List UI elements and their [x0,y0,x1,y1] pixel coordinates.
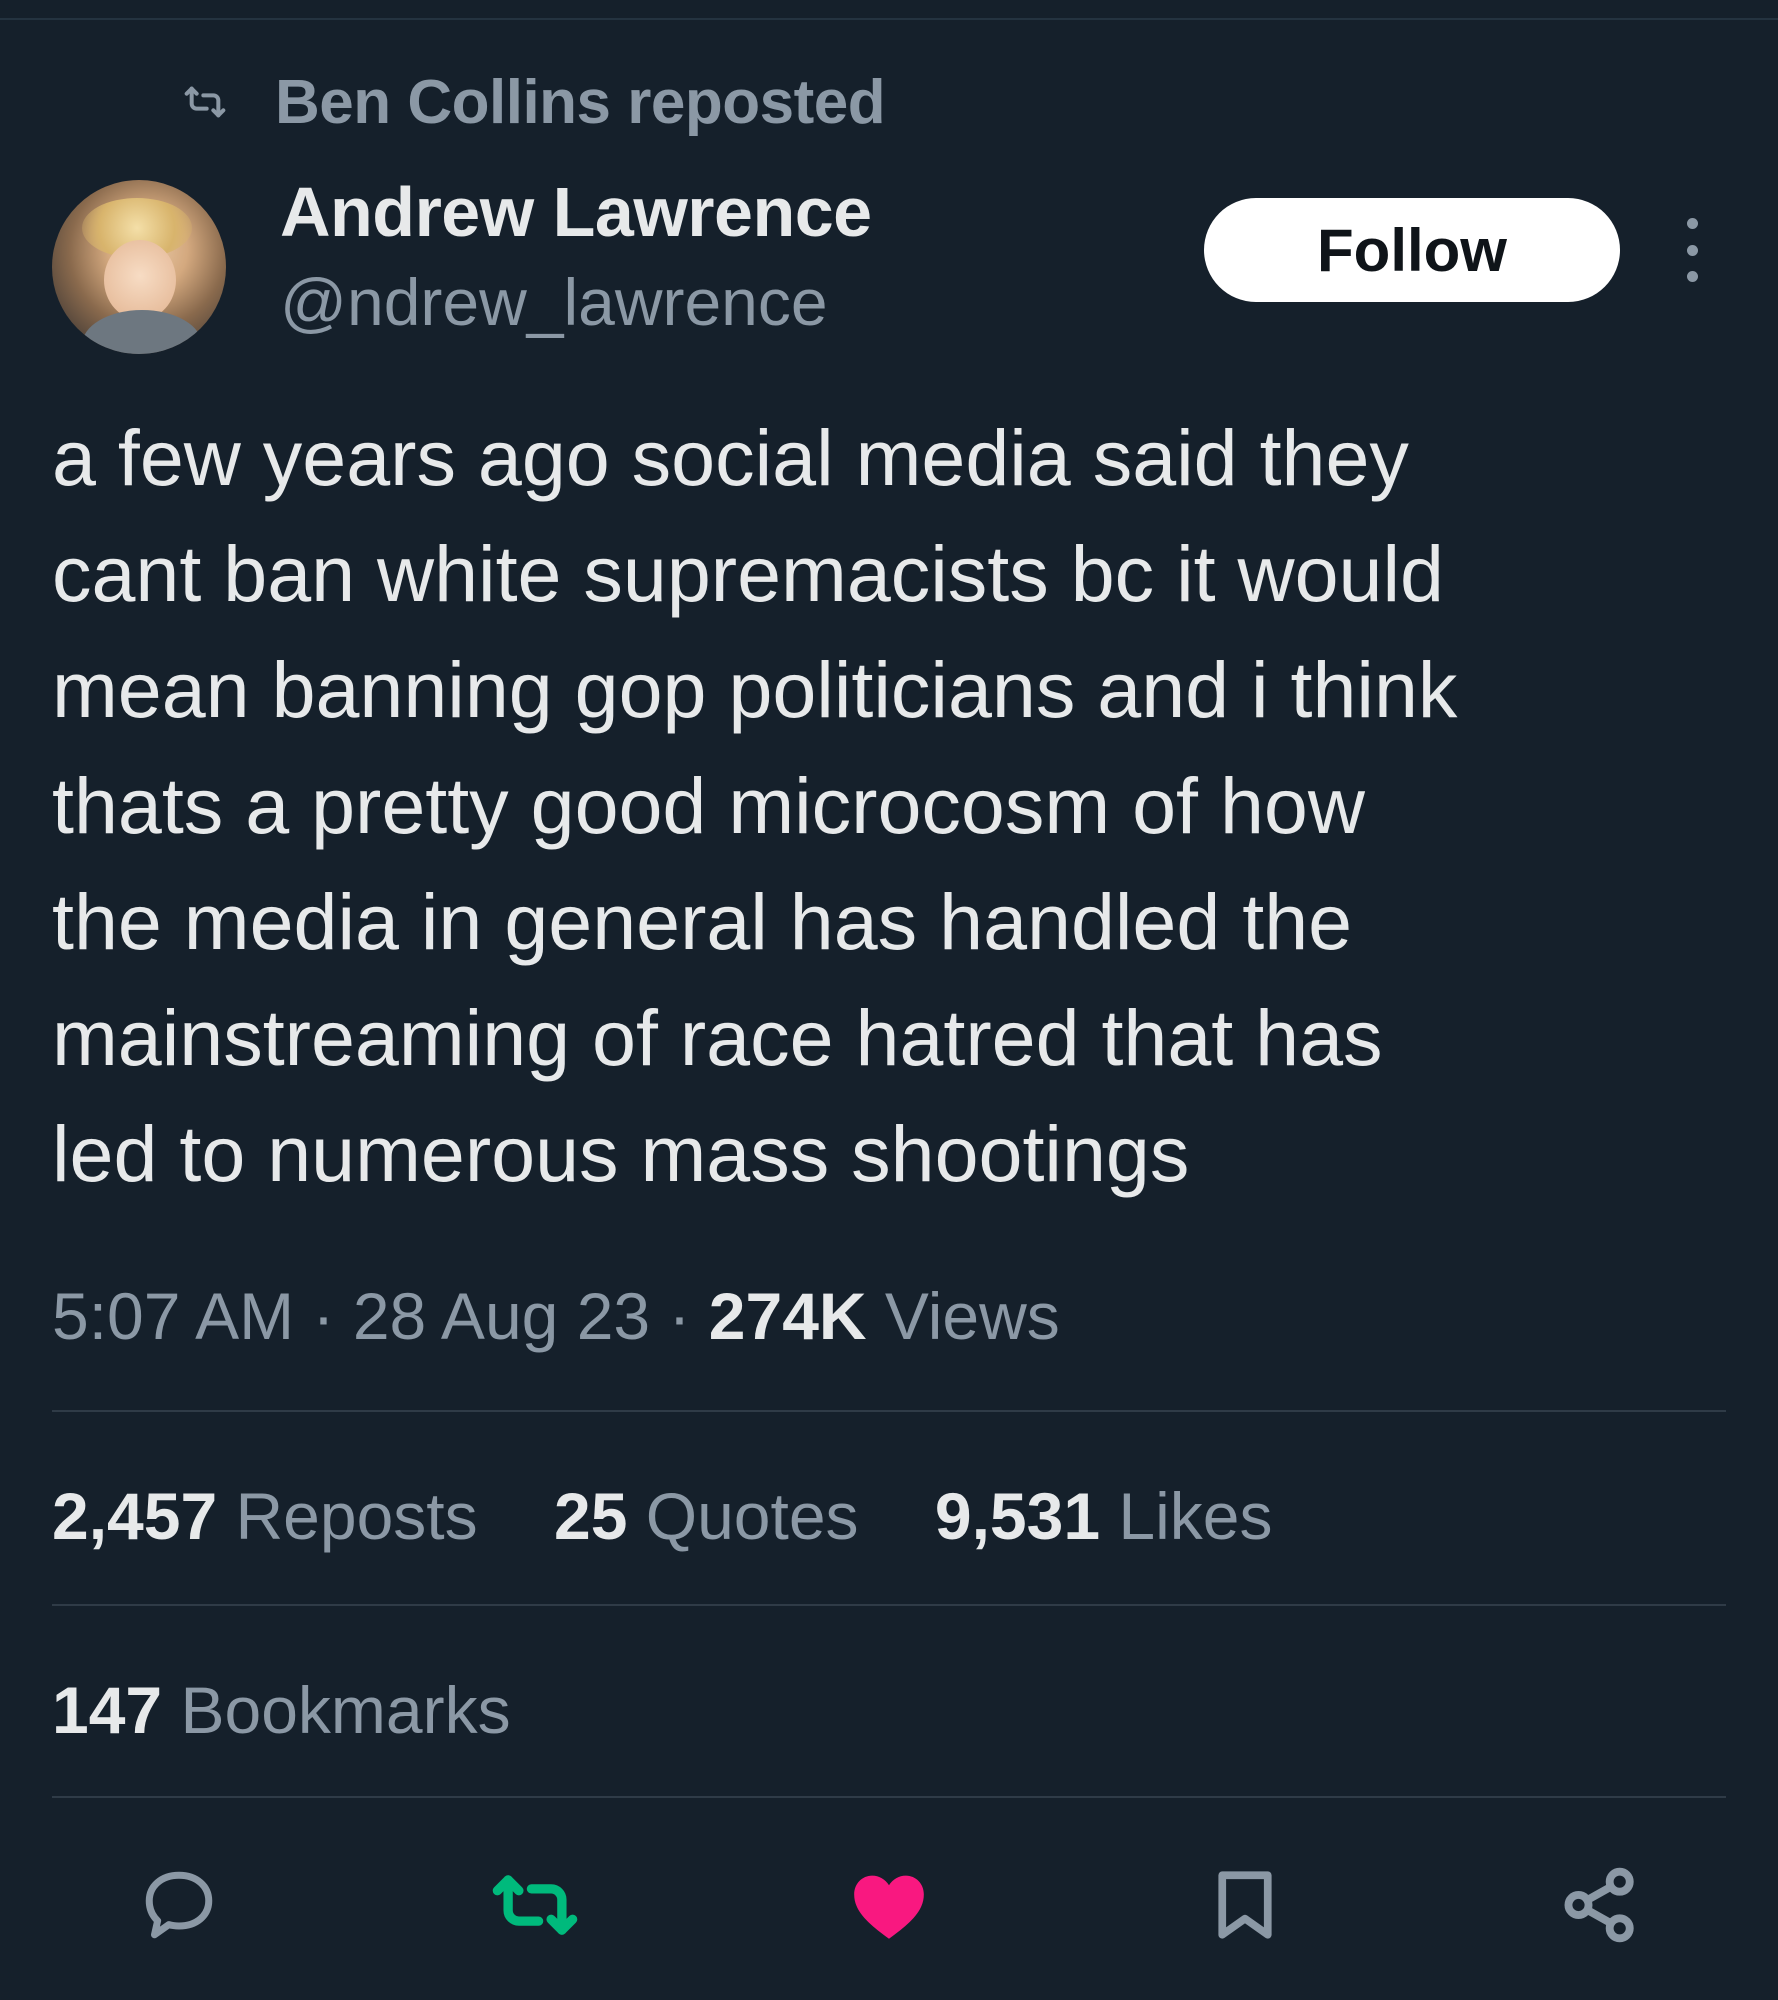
bookmarks-count: 147 [52,1673,163,1747]
like-button[interactable] [844,1860,934,1950]
tweet-time[interactable]: 5:07 AM [52,1279,294,1353]
more-options-icon[interactable] [1672,218,1712,282]
divider [52,1796,1726,1798]
meta-separator: · [668,1279,691,1353]
tweet-line: mean banning gop politicians and i think [52,645,1458,734]
divider [52,1604,1726,1606]
bookmark-icon [1218,1871,1272,1939]
engagement-stats: 2,457 Reposts 25 Quotes 9,531 Likes [52,1478,1330,1554]
tweet-date[interactable]: 28 Aug 23 [353,1279,650,1353]
bookmarks-label: Bookmarks [180,1673,511,1747]
share-icon [1564,1867,1634,1943]
repost-banner[interactable]: Ben Collins reposted [180,62,886,142]
bookmark-button[interactable] [1200,1860,1290,1950]
avatar[interactable] [52,180,226,354]
views-label: Views [884,1279,1060,1353]
reposts-count: 2,457 [52,1479,218,1553]
divider [52,1410,1726,1412]
tweet-meta: 5:07 AM · 28 Aug 23 · 274K Views [52,1278,1060,1354]
follow-button[interactable]: Follow [1204,198,1620,302]
views-count: 274K [708,1279,867,1353]
quotes-label: Quotes [645,1479,859,1553]
bookmarks-stat[interactable]: 147 Bookmarks [52,1672,511,1748]
likes-label: Likes [1118,1479,1273,1553]
reply-icon [145,1871,213,1939]
top-divider [0,18,1778,20]
tweet-line: a few years ago social media said they [52,413,1409,502]
author-handle[interactable]: @ndrew_lawrence [280,264,828,340]
author-name[interactable]: Andrew Lawrence [280,172,872,252]
tweet-line: thats a pretty good microcosm of how [52,761,1365,850]
tweet-line: cant ban white supremacists bc it would [52,529,1444,618]
meta-separator: · [312,1279,335,1353]
repost-icon [492,1875,578,1935]
share-button[interactable] [1555,1860,1645,1950]
like-icon [854,1875,924,1939]
reply-button[interactable] [134,1860,224,1950]
tweet-line: mainstreaming of race hatred that has [52,993,1383,1082]
repost-icon [180,82,230,122]
reposts-label: Reposts [235,1479,478,1553]
repost-action-button[interactable] [490,1860,580,1950]
tweet-line: the media in general has handled the [52,877,1353,966]
repost-banner-text: Ben Collins reposted [275,67,886,137]
quotes-stat[interactable]: 25 Quotes [554,1479,877,1553]
likes-count: 9,531 [934,1479,1101,1553]
quotes-count: 25 [553,1479,628,1553]
likes-stat[interactable]: 9,531 Likes [935,1479,1273,1553]
reposts-stat[interactable]: 2,457 Reposts [52,1479,496,1553]
tweet-text: a few years ago social media said they c… [52,400,1752,1212]
tweet-line: led to numerous mass shootings [52,1109,1190,1198]
